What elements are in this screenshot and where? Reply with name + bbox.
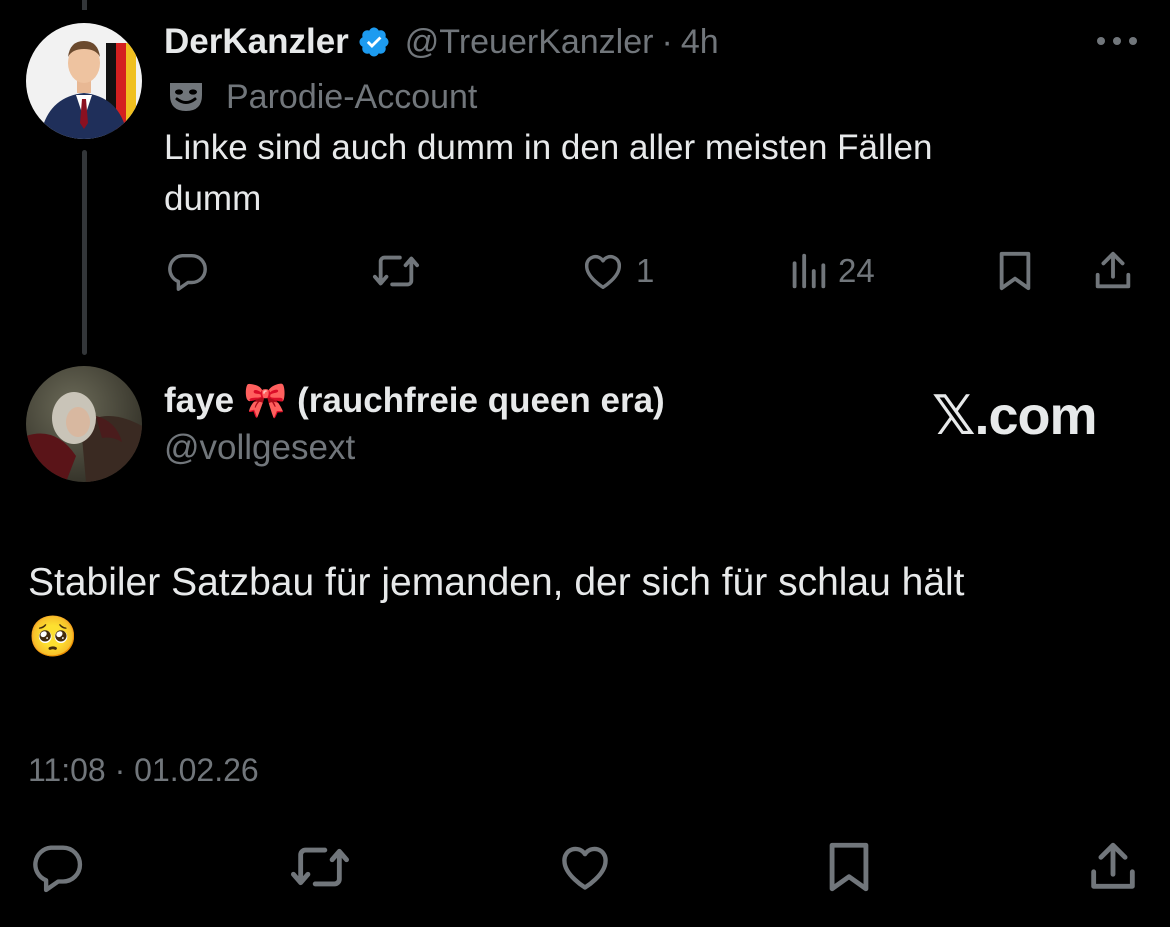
parody-mask-icon [166, 79, 206, 115]
share-icon [1091, 842, 1135, 889]
reply-share-button[interactable] [1084, 838, 1142, 896]
reply-icon [168, 253, 207, 291]
reply-text-line-2: 🥺 [28, 615, 78, 659]
tweet-text-line-1: Linke sind auch dumm in den aller meiste… [164, 128, 933, 167]
retweet-button[interactable] [370, 248, 422, 294]
avatar-derkanzler[interactable] [26, 23, 142, 139]
views-button[interactable]: 24 [788, 248, 875, 294]
tweet-text: Linke sind auch dumm in den aller meiste… [164, 122, 932, 224]
parody-label: Parodie-Account [166, 76, 477, 118]
reply-text: Stabiler Satzbau für jemanden, der sich … [28, 556, 965, 664]
handle[interactable]: @TreuerKanzler [405, 23, 654, 62]
reply-display-name[interactable]: faye 🎀 (rauchfreie queen era) [164, 380, 665, 421]
share-icon [1095, 251, 1131, 289]
separator: · [661, 22, 673, 61]
bookmark-icon [999, 251, 1031, 291]
parody-text: Parodie-Account [226, 77, 478, 116]
reply-icon [33, 845, 83, 893]
bookmark-icon [829, 842, 869, 892]
reply-timestamp[interactable]: 11:08 · 01.02.26 [28, 752, 259, 789]
views-icon [792, 253, 826, 289]
like-button[interactable]: 1 [580, 248, 654, 294]
thread-line-top [82, 0, 87, 10]
like-count: 1 [636, 252, 655, 289]
retweet-icon [290, 847, 349, 887]
retweet-icon [372, 255, 419, 287]
reply-bookmark-button[interactable] [822, 838, 876, 896]
display-name[interactable]: DerKanzler [164, 22, 349, 62]
bookmark-button[interactable] [994, 248, 1036, 294]
reply-header: faye 🎀 (rauchfreie queen era) [164, 378, 665, 422]
reply-handle[interactable]: @vollgesext [164, 428, 355, 468]
tweet-header: DerKanzler @TreuerKanzler · 4h [164, 20, 719, 64]
more-icon[interactable] [1094, 33, 1140, 49]
like-icon [562, 846, 608, 890]
views-count: 24 [838, 252, 875, 289]
time-ago[interactable]: 4h [681, 23, 719, 62]
reply-retweet-button[interactable] [288, 838, 352, 896]
tweet-text-line-2: dumm [164, 179, 262, 218]
xcom-watermark: 𝕏.com [932, 386, 1098, 446]
share-button[interactable] [1090, 248, 1136, 294]
like-icon [584, 254, 622, 290]
avatar-faye[interactable] [26, 366, 142, 482]
reply-button[interactable] [164, 248, 210, 294]
reply-reply-button[interactable] [28, 838, 86, 896]
verified-icon [357, 25, 391, 59]
reply-text-line-1: Stabiler Satzbau für jemanden, der sich … [28, 561, 965, 604]
thread-line [82, 150, 87, 355]
reply-like-button[interactable] [556, 838, 614, 896]
